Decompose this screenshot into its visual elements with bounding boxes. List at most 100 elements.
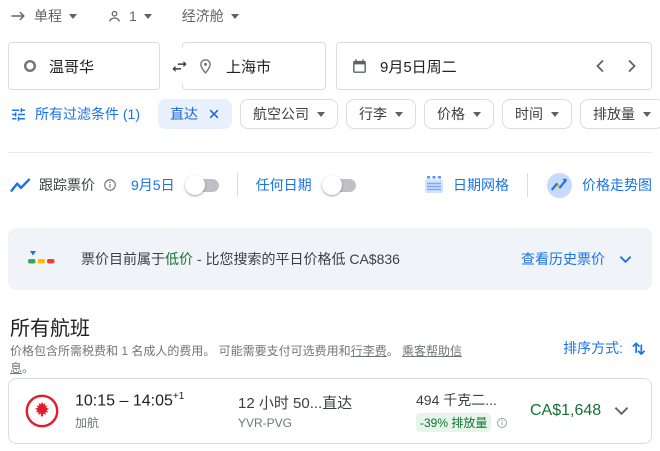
chevron-down-icon [619, 255, 632, 264]
view-tools: 日期网格 价格走势图 [424, 172, 652, 199]
baggage-fees-link[interactable]: 行李费 [351, 344, 387, 358]
disclaimer-sep: 。 [387, 344, 402, 358]
duration-stops: 12 小时 50...直达 [238, 392, 416, 413]
insight-level: 低价 [165, 251, 193, 267]
date-value: 9月5日周二 [380, 56, 457, 77]
origin-value: 温哥华 [49, 56, 94, 77]
emissions-badge-row: -39% 排放量 [416, 413, 524, 432]
chip-airlines-label: 航空公司 [253, 104, 309, 124]
all-filters-label: 所有过滤条件 (1) [35, 104, 140, 124]
next-date-button[interactable] [627, 59, 637, 73]
chip-times-label: 时间 [515, 104, 543, 124]
flight-times: 10:15 – 14:05+1 [75, 391, 238, 410]
caret-down-icon [643, 112, 651, 117]
chip-bags[interactable]: 行李 [346, 99, 416, 129]
destination-value: 上海市 [226, 56, 271, 77]
emissions-badge: -39% 排放量 [416, 413, 491, 432]
origin-field[interactable]: 温哥华 [8, 42, 160, 90]
calendar-icon [351, 58, 368, 75]
caret-down-icon [473, 112, 481, 117]
date-grid-label: 日期网格 [453, 175, 509, 195]
caret-down-icon [395, 112, 403, 117]
destination-field[interactable]: 上海市 [182, 42, 326, 90]
chip-emissions-label: 排放量 [593, 104, 635, 124]
date-grid-icon [424, 175, 444, 195]
person-icon [107, 9, 122, 24]
vertical-divider [237, 173, 238, 197]
sort-arrows-icon [631, 340, 646, 356]
trip-type-label: 单程 [34, 6, 62, 26]
price-graph-label: 价格走势图 [582, 175, 652, 195]
price-graph-icon [546, 172, 573, 199]
flight-price: CA$1,648 [530, 402, 601, 420]
chip-price[interactable]: 价格 [424, 99, 494, 129]
chip-emissions[interactable]: 排放量 [580, 99, 660, 129]
disclaimer-period: 。 [22, 361, 34, 375]
view-price-history-button[interactable]: 查看历史票价 [521, 249, 632, 269]
flight-result-row[interactable]: 10:15 – 14:05+1 加航 12 小时 50...直达 YVR-PVG… [8, 378, 652, 444]
date-field[interactable]: 9月5日周二 [336, 42, 652, 90]
track-date-label[interactable]: 9月5日 [131, 175, 175, 195]
chip-nonstop-label: 直达 [170, 104, 198, 124]
insight-middle: - 比您搜索的平日价格低 [193, 251, 349, 267]
track-prices-label-group: 跟踪票价 [10, 175, 117, 195]
plus-days-superscript: +1 [173, 391, 184, 402]
google-flights-page: 单程 1 经济舱 温哥华 上海市 [0, 0, 660, 451]
insight-prefix: 票价目前属于 [81, 251, 165, 267]
info-icon[interactable] [103, 178, 117, 192]
caret-down-icon [69, 14, 77, 19]
passenger-count: 1 [129, 8, 137, 24]
all-flights-heading: 所有航班 [10, 312, 90, 341]
section-divider [8, 152, 652, 153]
trip-options-bar: 单程 1 经济舱 [10, 6, 239, 26]
origin-circle-icon [23, 59, 37, 73]
track-date-toggle[interactable] [187, 179, 219, 192]
times-column: 10:15 – 14:05+1 加航 [75, 391, 238, 430]
duration-column: 12 小时 50...直达 YVR-PVG [238, 392, 416, 430]
sort-by-label: 排序方式: [563, 338, 623, 358]
duration-text: 12 小时 50... [238, 395, 322, 412]
trip-type-select[interactable]: 单程 [10, 6, 77, 26]
swap-airports-button[interactable] [160, 48, 198, 84]
cabin-class-label: 经济舱 [182, 6, 224, 26]
sort-by-button[interactable]: 排序方式: [563, 338, 646, 358]
chip-price-label: 价格 [437, 104, 465, 124]
price-insight-text: 票价目前属于低价 - 比您搜索的平日价格低 CA$836 [81, 249, 400, 269]
route-text: YVR-PVG [238, 416, 416, 430]
caret-down-icon [231, 14, 239, 19]
view-price-history-label: 查看历史票价 [521, 249, 605, 269]
price-graph-button[interactable]: 价格走势图 [546, 172, 652, 199]
search-row: 温哥华 上海市 9月5日周二 [8, 42, 652, 90]
previous-date-button[interactable] [595, 59, 605, 73]
close-icon[interactable] [208, 108, 220, 120]
track-prices-label: 跟踪票价 [39, 175, 95, 195]
chip-nonstop-active[interactable]: 直达 [158, 99, 232, 129]
date-grid-button[interactable]: 日期网格 [424, 175, 509, 195]
stops-text: 直达 [322, 395, 352, 412]
caret-down-icon [144, 14, 152, 19]
vertical-divider [527, 173, 528, 197]
emissions-amount: 494 千克二... [416, 390, 524, 410]
passengers-select[interactable]: 1 [107, 8, 152, 24]
price-level-icon [28, 250, 55, 269]
chip-airlines[interactable]: 航空公司 [240, 99, 338, 129]
date-nav [595, 59, 637, 73]
any-dates-toggle[interactable] [324, 179, 356, 192]
disclaimer-text: 价格包含所需税费和 1 名成人的费用。 可能需要支付可选费用和 [10, 344, 351, 358]
all-filters-button[interactable]: 所有过滤条件 (1) [10, 104, 140, 124]
price-insight-banner: 票价目前属于低价 - 比您搜索的平日价格低 CA$836 查看历史票价 [8, 228, 652, 290]
times-text: 10:15 – 14:05 [75, 393, 173, 410]
location-pin-icon [197, 58, 214, 75]
caret-down-icon [551, 112, 559, 117]
filter-tune-icon [10, 106, 27, 123]
expand-flight-button[interactable] [614, 406, 635, 416]
trend-line-icon [10, 178, 31, 193]
one-way-arrow-icon [10, 9, 27, 23]
info-icon[interactable] [496, 417, 508, 429]
cabin-class-select[interactable]: 经济舱 [182, 6, 239, 26]
any-dates-label[interactable]: 任何日期 [256, 175, 312, 195]
chip-times[interactable]: 时间 [502, 99, 572, 129]
swap-horizontal-icon [170, 57, 189, 76]
insight-savings: CA$836 [349, 251, 400, 267]
air-canada-logo [25, 394, 59, 428]
